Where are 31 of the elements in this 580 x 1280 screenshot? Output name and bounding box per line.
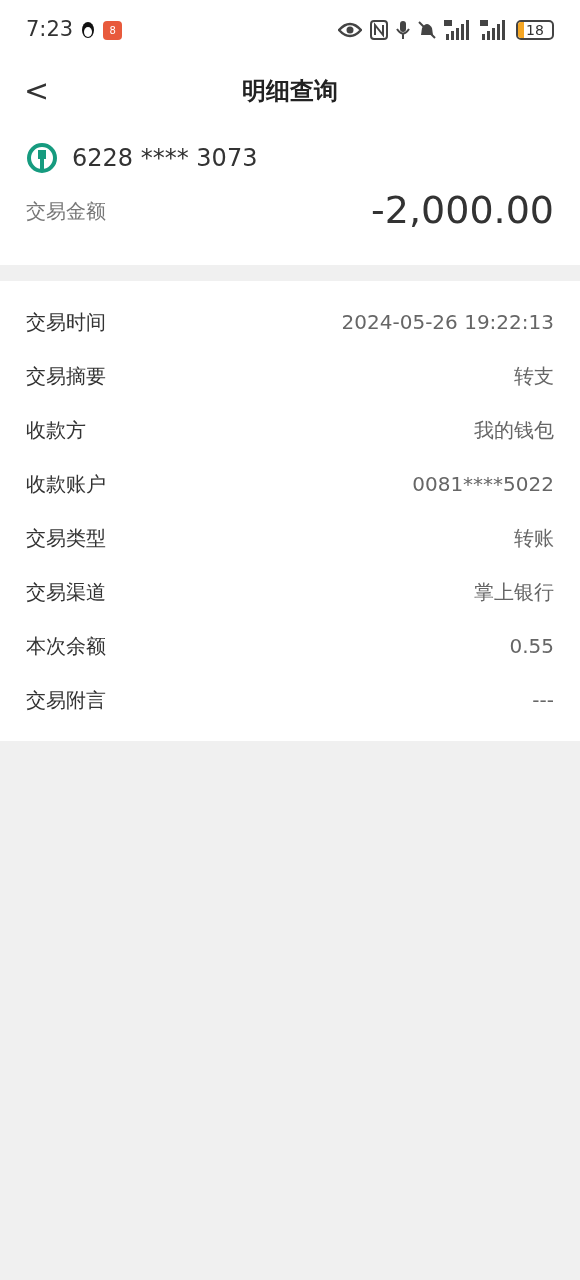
eye-icon <box>338 22 362 38</box>
detail-label: 本次余额 <box>26 633 106 660</box>
detail-value: --- <box>532 687 554 714</box>
page-title: 明细查询 <box>242 76 338 107</box>
detail-value: 转支 <box>514 363 554 390</box>
signal-icon <box>444 20 472 40</box>
detail-value: 0081****5022 <box>412 471 554 498</box>
detail-label: 交易类型 <box>26 525 106 552</box>
detail-value: 我的钱包 <box>474 417 554 444</box>
microphone-icon <box>396 20 410 40</box>
detail-label: 交易附言 <box>26 687 106 714</box>
detail-value: 掌上银行 <box>474 579 554 606</box>
card-number: 6228 **** 3073 <box>72 143 258 174</box>
notification-badge: 8 <box>103 20 123 40</box>
detail-label: 交易渠道 <box>26 579 106 606</box>
detail-value: 2024-05-26 19:22:13 <box>341 309 554 336</box>
signal-icon <box>480 20 508 40</box>
detail-value: 转账 <box>514 525 554 552</box>
muted-bell-icon <box>418 20 436 40</box>
amount-value: -2,000.00 <box>371 187 554 234</box>
detail-label: 收款账户 <box>26 471 106 498</box>
status-time: 7:23 <box>26 16 74 44</box>
detail-label: 收款方 <box>26 417 86 444</box>
battery-level-text: 18 <box>526 22 544 38</box>
bank-logo-icon <box>26 142 58 174</box>
amount-label: 交易金额 <box>26 197 106 225</box>
nfc-icon <box>370 20 388 40</box>
detail-label: 交易摘要 <box>26 363 106 390</box>
back-button[interactable]: < <box>24 76 48 106</box>
detail-label: 交易时间 <box>26 309 106 336</box>
detail-value: 0.55 <box>509 633 554 660</box>
